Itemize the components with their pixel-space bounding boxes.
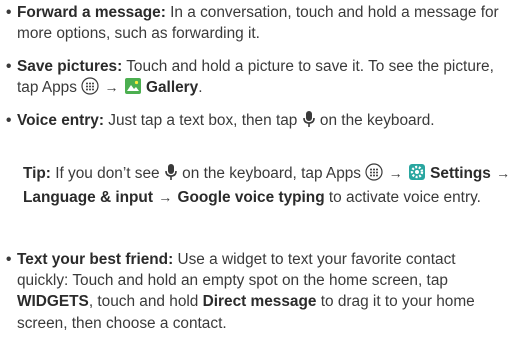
period: . [198,79,203,97]
bullet-body: Voice entry: Just tap a text box, then t… [17,110,508,134]
bullet-text: screen, tap [371,272,448,290]
bullet-body: Text your best friend: Use a widget to t… [17,249,508,334]
bullet-marker: • [6,58,12,75]
bullet-text: , touch and hold [88,293,199,311]
microphone-icon [164,163,178,187]
settings-icon [408,163,426,187]
bullet-text: keyboard. [366,112,435,129]
tip-text: to [328,189,342,207]
help-document: • Forward a message: In a conversation, … [0,0,508,344]
gallery-label: Gallery [146,79,199,97]
bullet-text-best-friend: • Text your best friend: Use a widget to… [0,249,508,334]
arrow-separator: → [104,79,119,96]
gallery-icon [124,77,142,101]
bullet-text: to [320,293,334,311]
bullet-body: Save pictures: Touch and hold a picture … [17,56,508,101]
apps-icon [81,77,99,101]
bullet-marker: • [6,4,12,21]
microphone-icon [302,110,316,134]
bullet-title: Voice entry: [17,112,104,129]
bullet-save-pictures: • Save pictures: Touch and hold a pictur… [0,56,508,101]
tip-text: activate voice entry. [346,189,481,207]
bullet-text: Touch and hold a picture to save it. To … [126,58,414,75]
tip-text: on the keyboard, tap Apps [182,165,362,182]
tip-text: If you don’t see [55,165,160,182]
apps-icon [365,163,383,187]
bullet-title: Save pictures: [17,58,123,75]
bullet-text: Just tap a text box, then tap [108,112,298,129]
bullet-voice-entry: • Voice entry: Just tap a text box, then… [0,110,508,134]
direct-message-label: Direct message [202,293,317,311]
bullet-text: Use a widget to text your favorite [177,251,402,268]
bullet-title: Text your best friend: [17,251,174,268]
bullet-text: In a conversation, touch and hold a [170,4,410,21]
arrow-separator: → [496,165,508,181]
bullet-text: on the [319,112,363,129]
language-input-label: Language & input [23,189,153,207]
bullet-body: Forward a message: In a conversation, to… [17,2,508,44]
arrow-separator: → [388,165,403,181]
arrow-separator: → [158,189,173,206]
google-voice-typing-label: Google voice typing [177,189,325,207]
bullet-forward-message: • Forward a message: In a conversation, … [0,2,508,44]
tip-paragraph: Tip: If you don’t see on the keyboard, t… [0,163,508,208]
bullet-marker: • [6,251,12,268]
bullet-title: Forward a message: [17,4,166,21]
tip-label: Tip: [23,165,51,182]
widgets-label: WIDGETS [17,293,89,311]
bullet-marker: • [6,112,12,129]
settings-label: Settings [430,165,491,182]
